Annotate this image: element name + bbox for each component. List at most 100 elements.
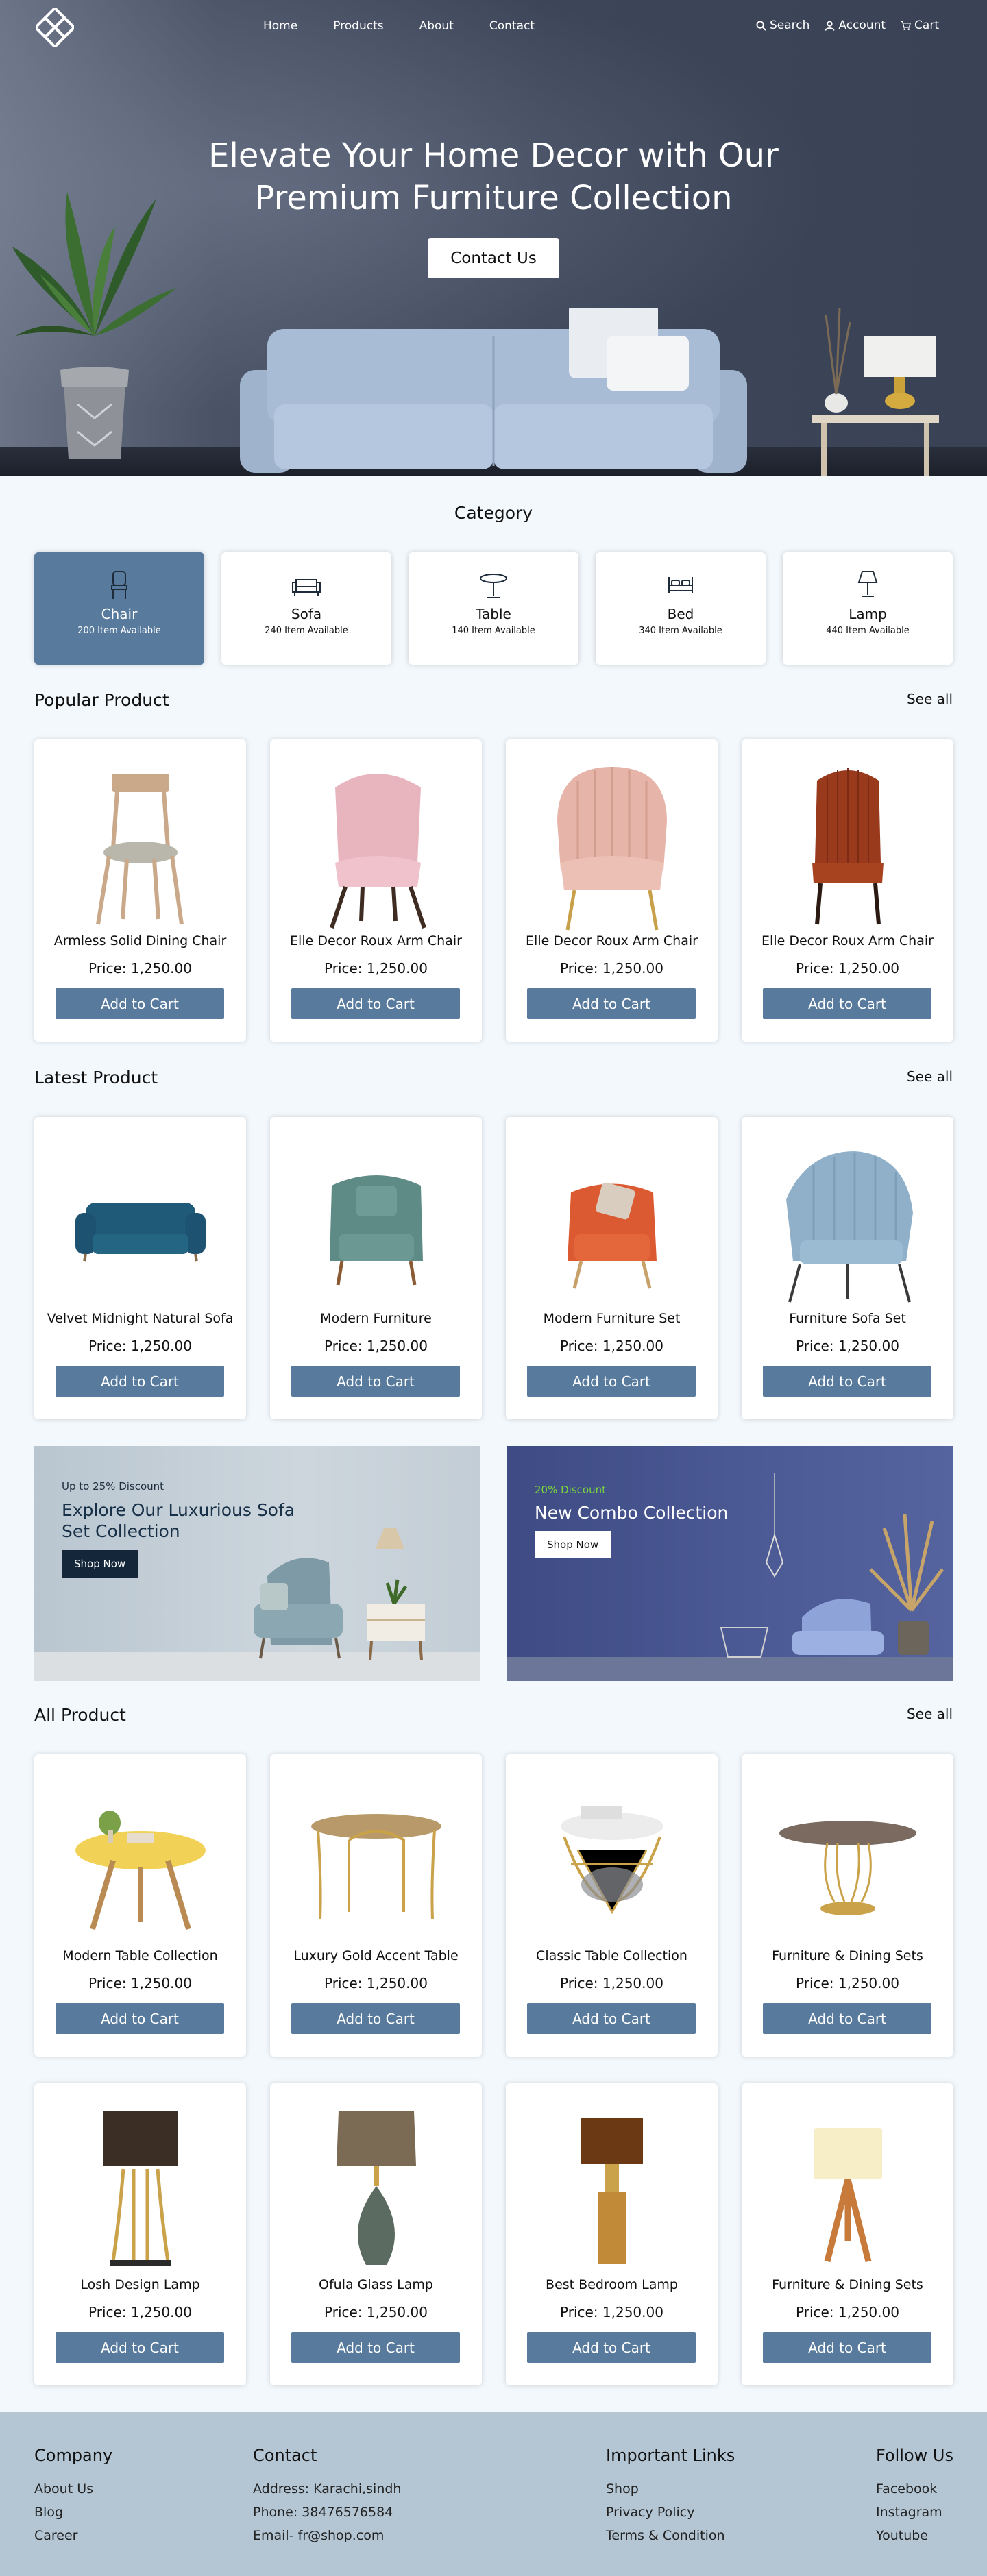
banner-chair-plant-image bbox=[720, 1473, 944, 1658]
category-count: 440 Item Available bbox=[826, 626, 910, 636]
footer-link-youtube[interactable]: Youtube bbox=[876, 2524, 953, 2547]
latest-product-title: Latest Product bbox=[34, 1068, 158, 1088]
latest-see-all-link[interactable]: See all bbox=[907, 1068, 953, 1085]
contact-us-button[interactable]: Contact Us bbox=[428, 238, 559, 278]
nav-link-about[interactable]: About bbox=[419, 19, 454, 33]
banner-discount-text: Up to 25% Discount bbox=[62, 1480, 164, 1493]
nav-links: Home Products About Contact bbox=[263, 19, 570, 33]
category-card-chair[interactable]: Chair 200 Item Available bbox=[34, 552, 204, 665]
add-to-cart-button[interactable]: Add to Cart bbox=[56, 988, 224, 1019]
category-card-bed[interactable]: Bed 340 Item Available bbox=[596, 552, 766, 665]
product-card[interactable]: Armless Solid Dining Chair Price: 1,250.… bbox=[34, 739, 246, 1042]
banner-title-line2: Set Collection bbox=[62, 1521, 180, 1541]
table-icon bbox=[480, 574, 507, 598]
footer-link-blog[interactable]: Blog bbox=[34, 2501, 112, 2524]
footer-link-shop[interactable]: Shop bbox=[606, 2477, 735, 2501]
product-price: Price: 1,250.00 bbox=[560, 1338, 663, 1354]
add-to-cart-button[interactable]: Add to Cart bbox=[527, 2332, 696, 2363]
nav-link-contact[interactable]: Contact bbox=[489, 19, 535, 33]
footer-links-column: Important Links Shop Privacy Policy Term… bbox=[606, 2446, 735, 2547]
product-name: Losh Design Lamp bbox=[80, 2277, 200, 2292]
add-to-cart-button[interactable]: Add to Cart bbox=[527, 988, 696, 1019]
product-name: Elle Decor Roux Arm Chair bbox=[290, 933, 462, 948]
shop-now-button[interactable]: Shop Now bbox=[62, 1550, 138, 1578]
brand-logo-icon[interactable] bbox=[36, 8, 74, 47]
footer-link-terms[interactable]: Terms & Condition bbox=[606, 2524, 735, 2547]
pink-arm-chair-image bbox=[330, 774, 426, 929]
footer-link-facebook[interactable]: Facebook bbox=[876, 2477, 953, 2501]
product-price: Price: 1,250.00 bbox=[324, 1975, 428, 1991]
add-to-cart-button[interactable]: Add to Cart bbox=[291, 1366, 460, 1397]
category-count: 240 Item Available bbox=[265, 626, 348, 636]
product-card[interactable]: Modern Furniture Set Price: 1,250.00 Add… bbox=[506, 1117, 718, 1419]
category-card-table[interactable]: Table 140 Item Available bbox=[409, 552, 578, 665]
product-card[interactable]: Velvet Midnight Natural Sofa Price: 1,25… bbox=[34, 1117, 246, 1419]
product-card[interactable]: Elle Decor Roux Arm Chair Price: 1,250.0… bbox=[506, 739, 718, 1042]
product-card[interactable]: Elle Decor Roux Arm Chair Price: 1,250.0… bbox=[270, 739, 482, 1042]
product-name: Furniture Sofa Set bbox=[789, 1311, 906, 1326]
product-card[interactable]: Furniture & Dining Sets Price: 1,250.00 … bbox=[742, 2083, 953, 2385]
footer-contact-heading: Contact bbox=[253, 2446, 317, 2465]
footer-link-career[interactable]: Career bbox=[34, 2524, 112, 2547]
account-label: Account bbox=[838, 19, 886, 32]
cart-button[interactable]: Cart bbox=[901, 19, 939, 32]
product-card[interactable]: Modern Furniture Price: 1,250.00 Add to … bbox=[270, 1117, 482, 1419]
footer-email[interactable]: Email- fr@shop.com bbox=[253, 2524, 401, 2547]
product-name: Velvet Midnight Natural Sofa bbox=[47, 1311, 234, 1326]
banner-title-line1: Explore Our Luxurious Sofa bbox=[62, 1500, 295, 1520]
all-product-grid-row2: Losh Design Lamp Price: 1,250.00 Add to … bbox=[34, 2083, 953, 2385]
add-to-cart-button[interactable]: Add to Cart bbox=[527, 1366, 696, 1397]
combo-promo-banner[interactable]: 20% Discount New Combo Collection Shop N… bbox=[507, 1446, 953, 1681]
product-card[interactable]: Furniture & Dining Sets Price: 1,250.00 … bbox=[742, 1754, 953, 2057]
category-name: Bed bbox=[667, 606, 694, 622]
product-name: Armless Solid Dining Chair bbox=[53, 933, 227, 948]
top-navigation: Home Products About Contact Search Accou… bbox=[0, 0, 987, 55]
add-to-cart-button[interactable]: Add to Cart bbox=[763, 1366, 931, 1397]
banner-title: Explore Our Luxurious Sofa Set Collectio… bbox=[62, 1499, 295, 1542]
cart-icon bbox=[901, 21, 912, 30]
glass-lamp-image bbox=[337, 2111, 416, 2265]
add-to-cart-button[interactable]: Add to Cart bbox=[527, 2003, 696, 2034]
popular-see-all-link[interactable]: See all bbox=[907, 691, 953, 707]
category-count: 340 Item Available bbox=[639, 626, 722, 636]
footer-link-privacy-policy[interactable]: Privacy Policy bbox=[606, 2501, 735, 2524]
category-count: 200 Item Available bbox=[77, 626, 161, 636]
footer-link-instagram[interactable]: Instagram bbox=[876, 2501, 953, 2524]
product-card[interactable]: Ofula Glass Lamp Price: 1,250.00 Add to … bbox=[270, 2083, 482, 2385]
add-to-cart-button[interactable]: Add to Cart bbox=[763, 988, 931, 1019]
orange-armchair-image bbox=[568, 1182, 657, 1289]
product-card[interactable]: Furniture Sofa Set Price: 1,250.00 Add t… bbox=[742, 1117, 953, 1419]
yellow-table-image bbox=[75, 1811, 206, 1930]
add-to-cart-button[interactable]: Add to Cart bbox=[291, 988, 460, 1019]
add-to-cart-button[interactable]: Add to Cart bbox=[56, 2332, 224, 2363]
scallop-arm-chair-image bbox=[557, 767, 667, 931]
all-see-all-link[interactable]: See all bbox=[907, 1706, 953, 1722]
product-card[interactable]: Best Bedroom Lamp Price: 1,250.00 Add to… bbox=[506, 2083, 718, 2385]
product-card[interactable]: Elle Decor Roux Arm Chair Price: 1,250.0… bbox=[742, 739, 953, 1042]
category-card-lamp[interactable]: Lamp 440 Item Available bbox=[783, 552, 953, 665]
add-to-cart-button[interactable]: Add to Cart bbox=[763, 2332, 931, 2363]
nav-link-home[interactable]: Home bbox=[263, 19, 297, 33]
account-button[interactable]: Account bbox=[825, 19, 886, 32]
product-name: Modern Furniture bbox=[320, 1311, 432, 1326]
sofa-promo-banner[interactable]: Up to 25% Discount Explore Our Luxurious… bbox=[34, 1446, 480, 1681]
product-card[interactable]: Modern Table Collection Price: 1,250.00 … bbox=[34, 1754, 246, 2057]
add-to-cart-button[interactable]: Add to Cart bbox=[763, 2003, 931, 2034]
product-price: Price: 1,250.00 bbox=[560, 1975, 663, 1991]
product-card[interactable]: Classic Table Collection Price: 1,250.00… bbox=[506, 1754, 718, 2057]
product-price: Price: 1,250.00 bbox=[796, 960, 899, 977]
search-button[interactable]: Search bbox=[756, 19, 809, 32]
popular-product-title: Popular Product bbox=[34, 690, 169, 710]
product-card[interactable]: Luxury Gold Accent Table Price: 1,250.00… bbox=[270, 1754, 482, 2057]
footer-link-about-us[interactable]: About Us bbox=[34, 2477, 112, 2501]
category-card-sofa[interactable]: Sofa 240 Item Available bbox=[221, 552, 391, 665]
add-to-cart-button[interactable]: Add to Cart bbox=[291, 2332, 460, 2363]
nav-link-products[interactable]: Products bbox=[333, 19, 383, 33]
add-to-cart-button[interactable]: Add to Cart bbox=[56, 1366, 224, 1397]
add-to-cart-button[interactable]: Add to Cart bbox=[291, 2003, 460, 2034]
product-card[interactable]: Losh Design Lamp Price: 1,250.00 Add to … bbox=[34, 2083, 246, 2385]
shop-now-button[interactable]: Shop Now bbox=[535, 1531, 611, 1558]
product-price: Price: 1,250.00 bbox=[88, 1975, 192, 1991]
add-to-cart-button[interactable]: Add to Cart bbox=[56, 2003, 224, 2034]
site-footer: Company About Us Blog Career Contact Add… bbox=[0, 2412, 987, 2576]
